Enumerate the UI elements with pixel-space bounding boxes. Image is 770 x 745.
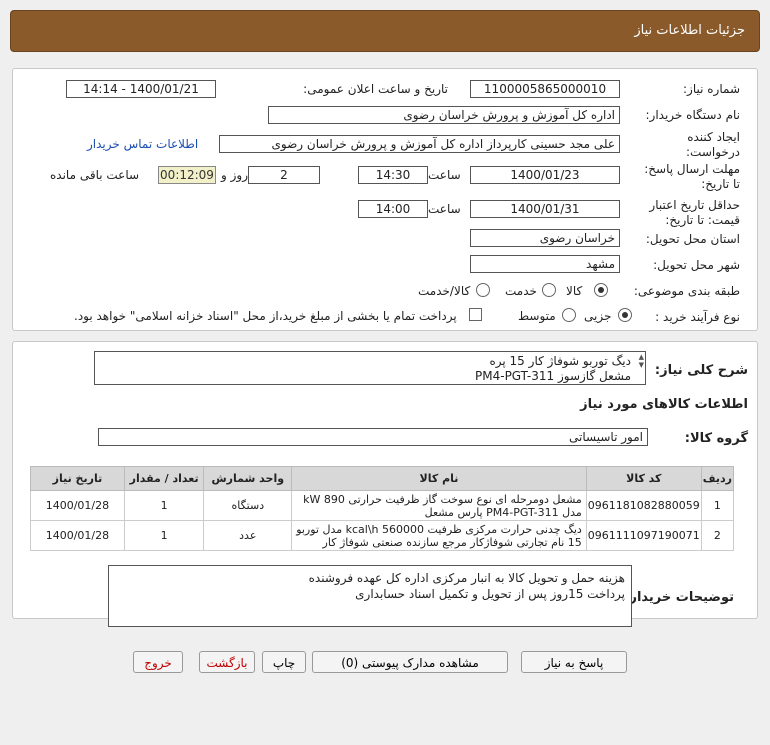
buyer-org-field: اداره کل آموزش و پرورش خراسان رضوی — [268, 106, 620, 124]
cell-name: دیگ چدنی حرارت مرکزی ظرفیت kcal\h 560000… — [291, 520, 587, 551]
print-button[interactable]: چاپ — [262, 651, 306, 673]
page-header: جزئیات اطلاعات نیاز — [10, 10, 760, 52]
province-label: استان محل تحویل: — [645, 232, 740, 246]
purchase-type-label: نوع فرآیند خرید : — [655, 310, 740, 324]
validity-date-field: 1400/01/31 — [470, 200, 620, 218]
days-left-field: 2 — [248, 166, 320, 184]
exit-button[interactable]: خروج — [133, 651, 183, 673]
deadline-label-1: مهلت ارسال پاسخ: — [644, 162, 740, 176]
cell-name-line-2: 15 نام تجارتی شوفاژکار مرجع سازنده صنعتی… — [322, 535, 582, 549]
deadline-time-label: ساعت — [428, 168, 461, 182]
cell-code: 0961111097190071 — [585, 520, 702, 551]
treasury-payment-checkbox[interactable] — [469, 308, 482, 321]
requester-field: علی مجد حسینی کارپرداز اداره کل آموزش و … — [219, 135, 620, 153]
remaining-label: ساعت باقی مانده — [50, 168, 140, 182]
cell-unit: دستگاه — [203, 490, 293, 521]
col-header-unit: واحد شمارش — [203, 466, 293, 491]
cell-name-line-2: مدل PM4-PGT-311 پارس مشعل — [424, 505, 582, 519]
cell-name-line-1: دیگ چدنی حرارت مرکزی ظرفیت kcal\h 560000… — [296, 522, 582, 536]
cell-name-line-1: مشعل دومرحله ای نوع سوخت گاز ظرفیت حرارت… — [303, 492, 582, 506]
summary-textarea[interactable]: دیگ توربو شوفاژ کار 15 پره مشعل گازسوز P… — [94, 351, 646, 385]
category-radio-goods[interactable] — [594, 283, 608, 297]
category-option-goods: کالا — [566, 284, 583, 298]
col-header-date: تاریخ نیاز — [30, 466, 125, 491]
announce-field: 1400/01/21 - 14:14 — [66, 80, 216, 98]
validity-time-field: 14:00 — [358, 200, 428, 218]
col-header-qty: تعداد / مقدار — [123, 466, 205, 491]
cell-unit: عدد — [203, 520, 293, 551]
requester-label-2: درخواست: — [686, 145, 740, 159]
table-row: 1 0961181082880059 مشعل دومرحله ای نوع س… — [30, 490, 735, 521]
summary-label: شرح کلی نیاز: — [654, 363, 748, 378]
announce-label: تاریخ و ساعت اعلان عمومی: — [303, 82, 448, 96]
city-label: شهر محل تحویل: — [653, 258, 740, 272]
table-header-row: ردیف کد کالا نام کالا واحد شمارش تعداد /… — [30, 466, 735, 491]
buyer-notes-label: توضیحات خریدار: — [624, 590, 734, 605]
reply-button[interactable]: پاسخ به نیاز — [521, 651, 627, 673]
requester-label-1: ایجاد کننده — [687, 130, 740, 144]
goods-group-field: امور تاسیساتی — [98, 428, 648, 446]
table-row: 2 0961111097190071 دیگ چدنی حرارت مرکزی … — [30, 520, 735, 551]
category-radio-service[interactable] — [542, 283, 556, 297]
category-option-goods-service: کالا/خدمت — [418, 284, 471, 298]
validity-time-label: ساعت — [428, 202, 461, 216]
treasury-payment-note: پرداخت تمام یا بخشی از مبلغ خرید،از محل … — [74, 309, 457, 323]
col-header-name: نام کالا — [291, 466, 587, 491]
goods-group-label: گروه کالا: — [684, 431, 748, 446]
buyer-notes-line-1: هزینه حمل و تحویل کالا به انبار مرکزی اد… — [308, 571, 625, 585]
cell-index: 2 — [700, 520, 735, 551]
purchase-radio-minor[interactable] — [618, 308, 632, 322]
day-label: روز و — [221, 168, 248, 182]
buyer-org-label: نام دستگاه خریدار: — [645, 108, 741, 122]
cell-qty: 1 — [123, 520, 205, 551]
city-field: مشهد — [470, 255, 620, 273]
category-radio-goods-service[interactable] — [476, 283, 490, 297]
contact-buyer-link[interactable]: اطلاعات تماس خریدار — [87, 137, 198, 151]
goods-section-title: اطلاعات کالاهای مورد نیاز — [580, 397, 748, 412]
purchase-radio-medium[interactable] — [562, 308, 576, 322]
purchase-option-medium: متوسط — [518, 309, 556, 323]
countdown-timer: 00:12:09 — [158, 166, 216, 184]
scroll-arrows-icon[interactable]: ▲ ▼ — [639, 353, 644, 369]
province-field: خراسان رضوی — [470, 229, 620, 247]
deadline-label-2: تا تاریخ: — [701, 177, 740, 191]
validity-label-1: حداقل تاریخ اعتبار — [649, 198, 740, 212]
buyer-notes-line-2: پرداخت 15روز پس از تحویل و تکمیل اسناد ح… — [355, 587, 625, 601]
col-header-index: ردیف — [700, 466, 735, 491]
deadline-time-field: 14:30 — [358, 166, 428, 184]
cell-qty: 1 — [123, 490, 205, 521]
summary-line-1: دیگ توربو شوفاژ کار 15 پره — [489, 354, 631, 368]
buyer-notes-textarea[interactable]: هزینه حمل و تحویل کالا به انبار مرکزی اد… — [108, 565, 632, 627]
cell-code: 0961181082880059 — [585, 490, 702, 521]
cell-index: 1 — [700, 490, 735, 521]
deadline-date-field: 1400/01/23 — [470, 166, 620, 184]
cell-name: مشعل دومرحله ای نوع سوخت گاز ظرفیت حرارت… — [291, 490, 587, 521]
validity-label-2: قیمت: تا تاریخ: — [665, 213, 740, 227]
cell-date: 1400/01/28 — [30, 490, 125, 521]
cell-date: 1400/01/28 — [30, 520, 125, 551]
category-option-service: خدمت — [505, 284, 537, 298]
back-button[interactable]: بازگشت — [199, 651, 255, 673]
category-label: طبقه بندی موضوعی: — [633, 284, 740, 298]
attachments-button[interactable]: مشاهده مدارک پیوستی (0) — [312, 651, 508, 673]
page-title: جزئیات اطلاعات نیاز — [634, 23, 745, 38]
summary-line-2: مشعل گازسوز PM4-PGT-311 — [475, 369, 631, 383]
purchase-option-minor: جزیی — [584, 309, 612, 323]
col-header-code: کد کالا — [585, 466, 702, 491]
goods-table: ردیف کد کالا نام کالا واحد شمارش تعداد /… — [30, 466, 735, 551]
need-number-label: شماره نیاز: — [683, 82, 740, 96]
need-number-field: 1100005865000010 — [470, 80, 620, 98]
